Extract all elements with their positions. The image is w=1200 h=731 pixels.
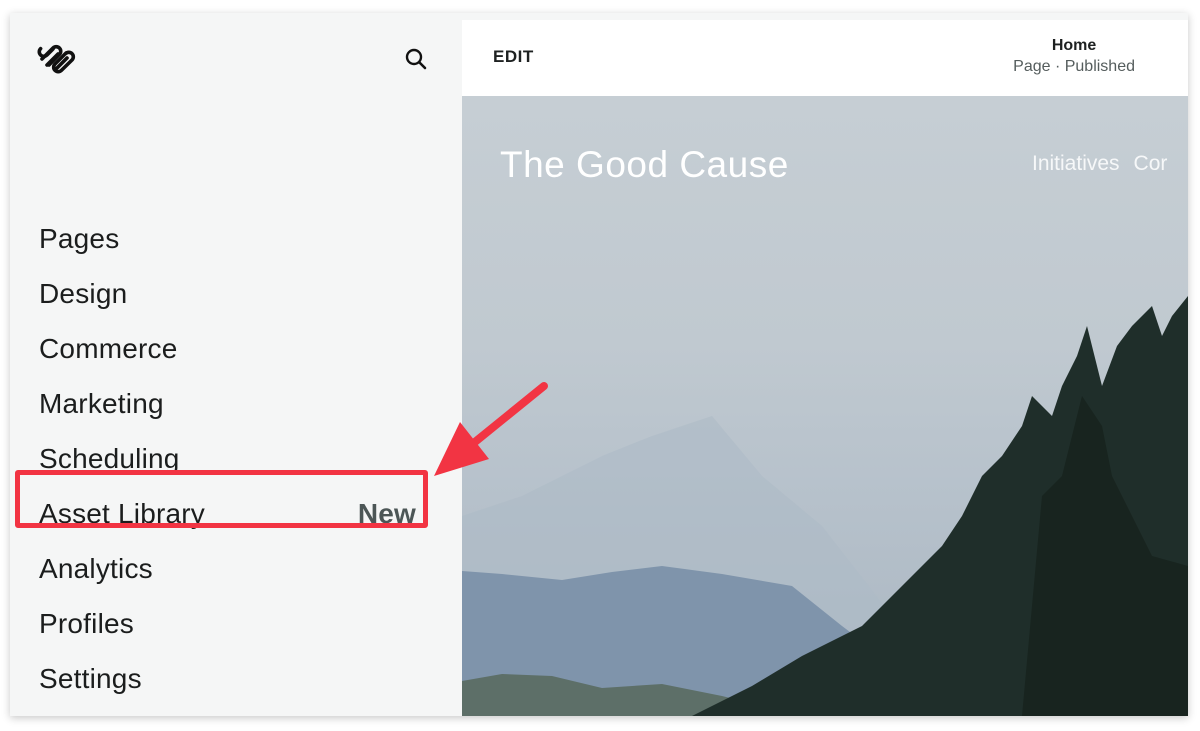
squarespace-logo-icon[interactable] — [36, 41, 78, 77]
sidebar-item-label: Pages — [39, 223, 120, 254]
site-title[interactable]: The Good Cause — [500, 144, 789, 186]
page-status: Page · Published — [1013, 58, 1135, 75]
new-badge: New — [357, 497, 416, 529]
site-preview: EDIT Home Page · Published The Good Caus… — [462, 13, 1188, 716]
sidebar-item-label: Asset Library — [39, 498, 205, 529]
sidebar-item-label: Analytics — [39, 553, 153, 584]
sidebar-item-settings[interactable]: Settings — [10, 651, 462, 706]
site-nav-contact[interactable]: Cor — [1134, 152, 1168, 175]
sidebar-item-label: Marketing — [39, 388, 164, 419]
app-window: Pages Design Commerce Marketing Scheduli… — [10, 13, 1188, 716]
sidebar-item-scheduling[interactable]: Scheduling — [10, 431, 462, 486]
sidebar-item-analytics[interactable]: Analytics — [10, 541, 462, 596]
sidebar-item-label: Commerce — [39, 333, 178, 364]
sidebar-item-label: Design — [39, 278, 128, 309]
page-info: Home Page · Published — [1013, 37, 1135, 76]
landscape-illustration — [462, 296, 1188, 716]
sidebar-item-commerce[interactable]: Commerce — [10, 321, 462, 376]
sidebar: Pages Design Commerce Marketing Scheduli… — [10, 13, 462, 716]
sidebar-item-asset-library[interactable]: Asset Library New — [10, 486, 462, 541]
sidebar-item-pages[interactable]: Pages — [10, 211, 462, 266]
hero-image: The Good Cause Initiatives Cor — [462, 96, 1188, 716]
sidebar-item-design[interactable]: Design — [10, 266, 462, 321]
sidebar-item-label: Settings — [39, 663, 142, 694]
edit-button[interactable]: EDIT — [493, 47, 534, 67]
page-title: Home — [1051, 37, 1097, 54]
sidebar-item-profiles[interactable]: Profiles — [10, 596, 462, 651]
sidebar-nav: Pages Design Commerce Marketing Scheduli… — [10, 211, 462, 706]
sidebar-item-label: Scheduling — [39, 443, 180, 474]
site-nav: Initiatives Cor — [1032, 152, 1181, 176]
site-nav-initiatives[interactable]: Initiatives — [1032, 152, 1120, 175]
search-icon[interactable] — [404, 47, 428, 71]
preview-topbar: EDIT Home Page · Published — [462, 20, 1188, 96]
sidebar-item-marketing[interactable]: Marketing — [10, 376, 462, 431]
sidebar-item-label: Profiles — [39, 608, 134, 639]
